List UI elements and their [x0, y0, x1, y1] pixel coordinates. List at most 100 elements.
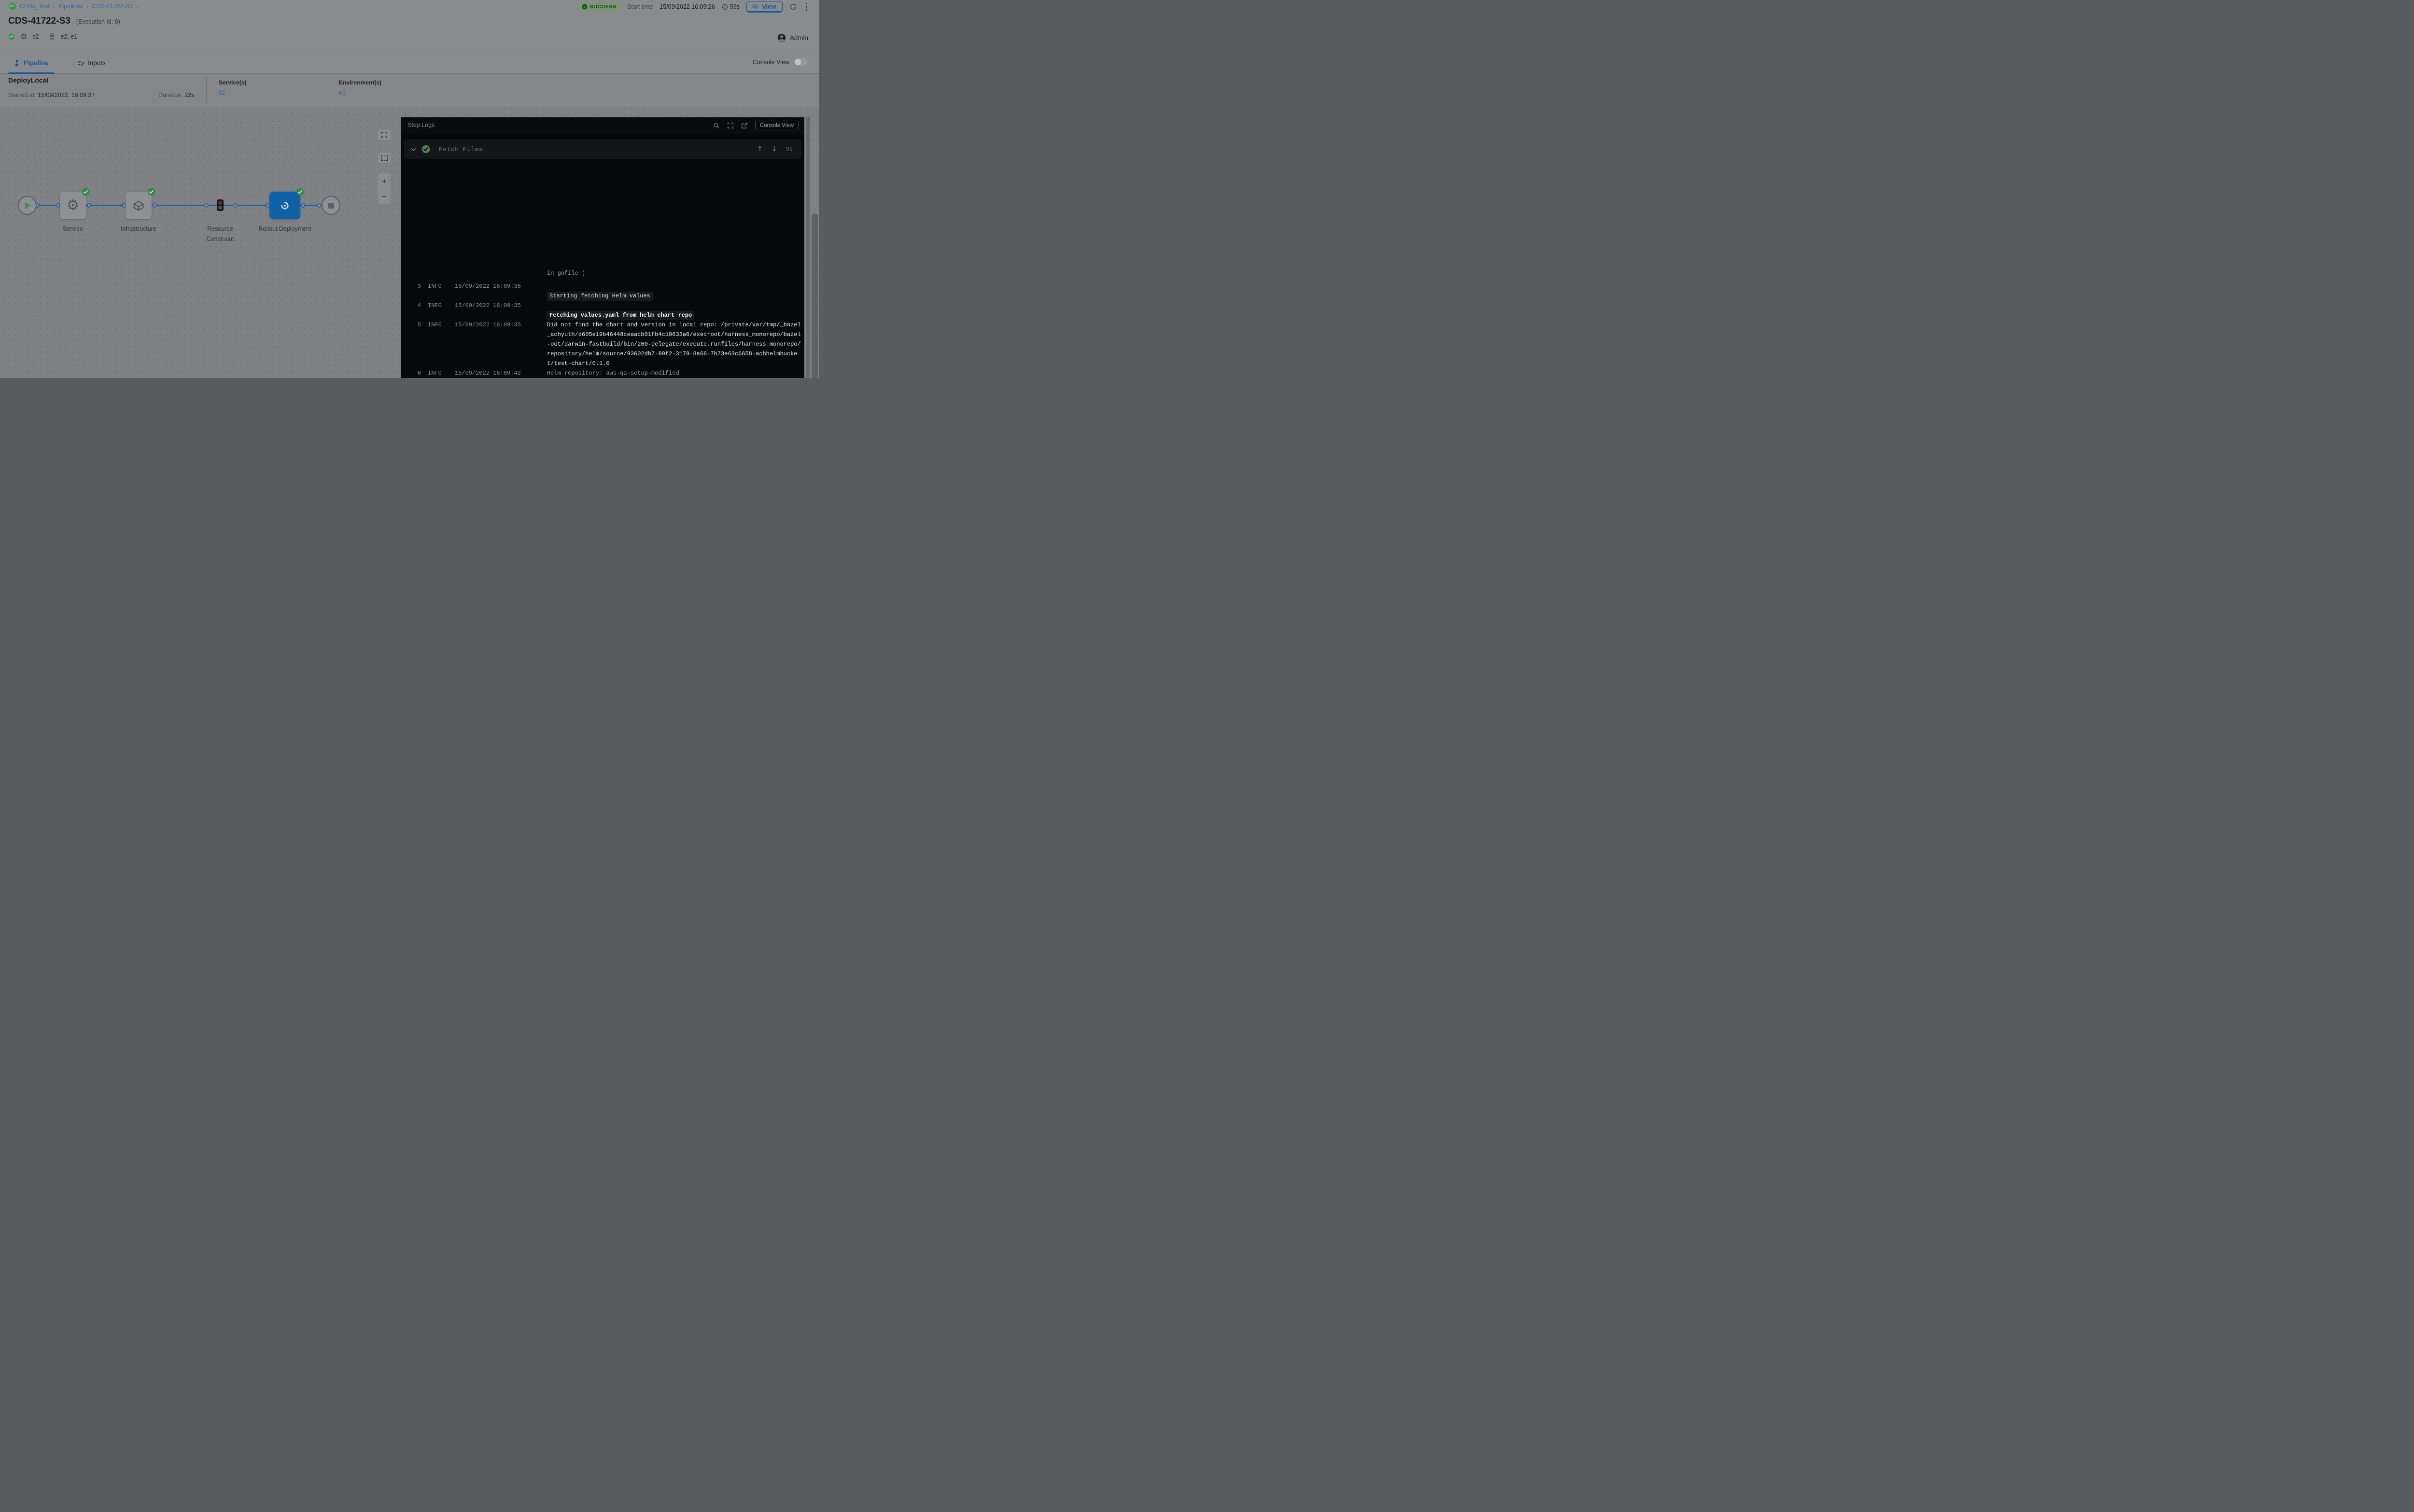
log-line: Starting fetching Helm values [401, 291, 804, 301]
scroll-to-top-button[interactable]: ↑ [757, 145, 763, 153]
harness-logo-icon [9, 2, 16, 11]
log-line: repository/helm/source/93602db7-89f2-317… [401, 349, 804, 359]
breadcrumb-separator: › [86, 3, 88, 10]
console-view-toggle[interactable] [794, 58, 807, 66]
step-logs-title: Step Logs [407, 122, 435, 128]
breadcrumb-pipeline-name[interactable]: CDS-41722-S3 [92, 3, 133, 10]
breadcrumb: CFDs_Test › Pipelines › CDS-41722-S3 › [9, 2, 138, 11]
environment-tag: e2, e1 [61, 33, 78, 40]
step-name: Fetch Files [439, 146, 483, 153]
end-node[interactable] [322, 196, 340, 215]
canvas-fullscreen-button[interactable] [378, 129, 391, 140]
harness-status-icon [8, 33, 15, 41]
breadcrumb-separator: › [53, 3, 55, 10]
log-expand-button[interactable] [727, 122, 734, 129]
summary-divider [206, 77, 207, 102]
log-console-view-button[interactable]: Console View [755, 121, 799, 130]
tags-row: ⚙ s2 e2, e1 [8, 33, 77, 41]
service-link[interactable]: s2 [219, 89, 246, 96]
log-line: -out/darwin-fastbuild/bin/260-delegate/e… [401, 339, 804, 349]
zoom-in-button[interactable]: + [378, 173, 391, 189]
environment-link[interactable]: e1 [339, 89, 381, 96]
node-label-infrastructure: Infrastructure [112, 224, 165, 234]
success-check-icon [147, 188, 155, 196]
canvas-select-button[interactable] [378, 153, 391, 163]
start-node[interactable] [18, 196, 37, 215]
start-time-value: 15/09/2022 16:09:26 [660, 3, 715, 10]
breadcrumb-pipelines[interactable]: Pipelines [58, 3, 83, 10]
node-service[interactable]: ⚙ [60, 192, 86, 219]
inputs-icon [77, 59, 84, 67]
more-options-button[interactable] [804, 2, 810, 12]
view-button[interactable]: View [746, 1, 782, 13]
refresh-button[interactable] [789, 3, 797, 11]
zoom-out-button[interactable]: − [378, 189, 391, 204]
edge-port [301, 203, 305, 208]
node-label-rollout-deployment: Rollout Deployment [258, 224, 311, 234]
node-resource-constraint[interactable] [217, 199, 224, 211]
user-name: Admin [790, 34, 808, 42]
log-line: 3INFO15/09/2022 16:09:35 [401, 281, 804, 291]
tab-inputs[interactable]: Inputs [71, 53, 112, 73]
user-menu[interactable]: Admin [777, 33, 808, 42]
search-icon [713, 122, 720, 129]
services-column: Service(s) s2 [219, 79, 246, 96]
environments-label: Environment(s) [339, 79, 381, 86]
success-check-icon [296, 188, 304, 196]
log-search-button[interactable] [713, 122, 720, 129]
log-line: Fetching values.yaml from helm chart rep… [401, 310, 804, 320]
step-row-fetch-files[interactable]: Fetch Files ↑ ↓ 9s [404, 140, 801, 159]
step-success-icon [421, 145, 430, 154]
clock-icon [722, 4, 728, 10]
title-row: CDS-41722-S3 (Execution Id: 8) [8, 16, 120, 27]
tab-bar: Pipeline Inputs Console View [0, 53, 819, 74]
log-line: in gofile ) [401, 270, 804, 281]
success-check-icon [82, 188, 90, 196]
node-label-resource-constraint: Resource Constraint [193, 224, 247, 244]
canvas-zoom-controls: + − [378, 173, 391, 204]
check-circle-icon [582, 4, 588, 10]
scroll-to-bottom-button[interactable]: ↓ [772, 145, 777, 153]
chevron-down-icon[interactable] [410, 146, 417, 153]
status-badge: SUCCESS [578, 2, 620, 11]
environments-column: Environment(s) e1 [339, 79, 381, 96]
log-line: 6INFO15/09/2022 16:09:42Helm repository:… [401, 368, 804, 378]
pipeline-icon [14, 59, 20, 67]
log-line: t/test-chart/0.1.0 [401, 359, 804, 368]
stop-icon [328, 203, 334, 209]
expand-icon [727, 122, 734, 129]
edge-port [317, 203, 322, 208]
step-duration: 9s [786, 146, 793, 153]
external-link-icon [741, 122, 748, 129]
duration: Duration: 22s [158, 92, 194, 98]
tab-pipeline[interactable]: Pipeline [8, 53, 55, 73]
node-rollout-deployment[interactable] [269, 192, 300, 219]
step-logs-header: Step Logs Console View [401, 117, 804, 133]
pipeline-execution-page: CFDs_Test › Pipelines › CDS-41722-S3 › S… [0, 0, 819, 378]
log-open-new-tab-button[interactable] [741, 122, 748, 129]
step-logs-drawer: in gofile )3INFO15/09/2022 16:09:35Start… [401, 117, 804, 378]
log-line: 5INFO15/09/2022 16:09:35Did not find the… [401, 320, 804, 330]
avatar [777, 33, 786, 42]
page-scrollbar-thumb[interactable] [812, 213, 818, 378]
edge-port [233, 203, 238, 208]
stage-name: DeployLocal [8, 76, 48, 84]
log-line: _achyuth/d605e19b46448ceaacb01fb4c19633a… [401, 330, 804, 339]
elapsed-duration: 59s [722, 3, 740, 10]
service-gear-icon: ⚙ [20, 33, 27, 41]
service-tag: s2 [32, 33, 39, 40]
execution-id: (Execution Id: 8) [76, 18, 120, 25]
log-scroll-area[interactable]: in gofile )3INFO15/09/2022 16:09:35Start… [401, 134, 804, 378]
environment-icon [48, 33, 56, 41]
drawer-scrollbar-track[interactable] [806, 117, 810, 378]
node-label-service: Service [46, 224, 99, 234]
play-icon [25, 202, 31, 209]
toggle-knob [795, 59, 801, 65]
console-view-label: Console View [753, 59, 789, 66]
log-line: 4INFO15/09/2022 16:09:35 [401, 301, 804, 310]
fullscreen-icon [381, 131, 388, 138]
node-infrastructure[interactable] [126, 192, 152, 219]
edge-port [87, 203, 91, 208]
services-label: Service(s) [219, 79, 246, 86]
breadcrumb-project[interactable]: CFDs_Test [20, 3, 50, 10]
